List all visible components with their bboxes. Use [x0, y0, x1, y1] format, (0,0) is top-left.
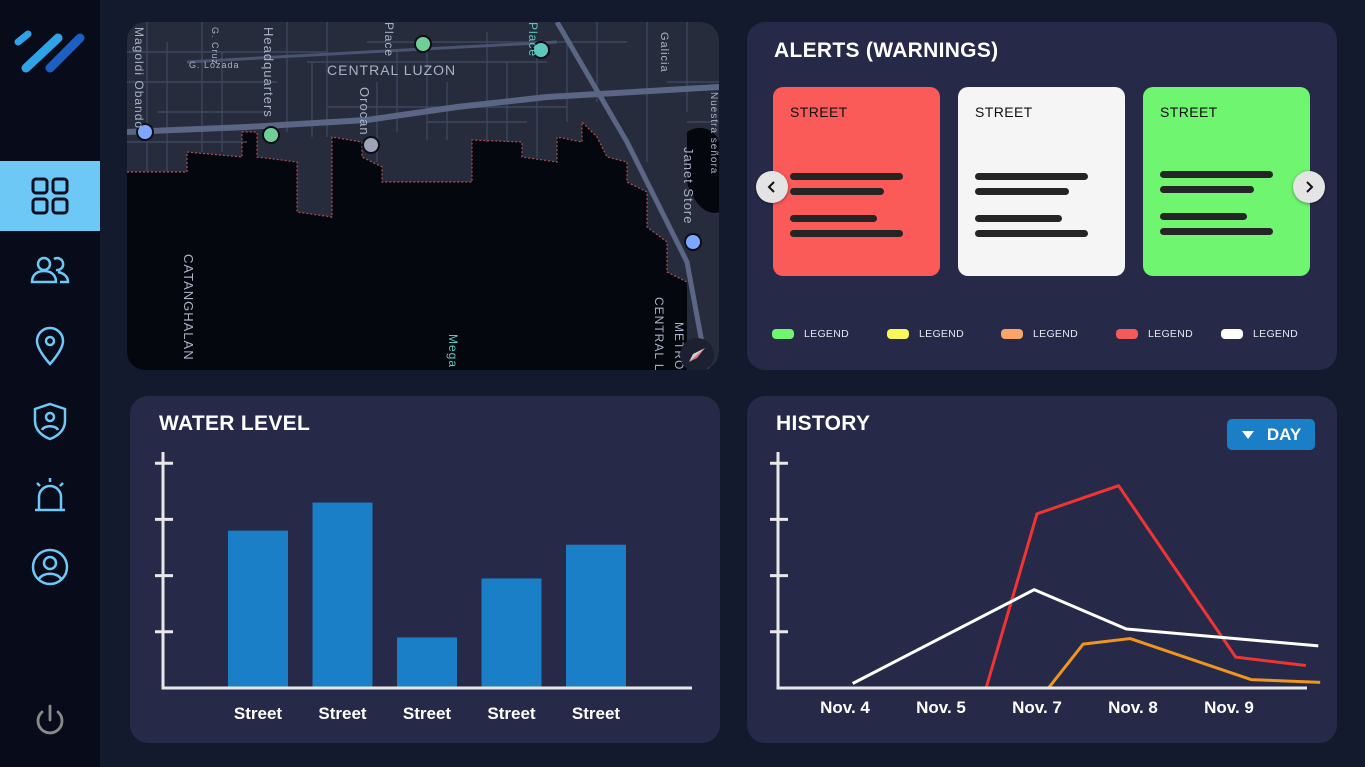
x-tick-label: Nov. 7: [1012, 698, 1062, 717]
legend-label: LEGEND: [1253, 328, 1298, 340]
shield-user-icon: [33, 402, 67, 441]
legend-swatch: [772, 329, 794, 339]
card-text-line: [975, 215, 1062, 222]
history-chart: Nov. 4 Nov. 5 Nov. 7 Nov. 8 Nov. 9: [770, 452, 1321, 717]
x-tick-label: Nov. 8: [1108, 698, 1158, 717]
x-tick-label: Street: [487, 704, 536, 723]
svg-text:Mega: Mega: [446, 334, 460, 368]
card-text-line: [790, 188, 884, 195]
nav-profile[interactable]: [0, 532, 100, 602]
map-panel[interactable]: CENTRAL LUZON Headquarters Orocan Janet …: [127, 22, 719, 370]
chevron-right-icon: [1306, 181, 1314, 193]
card-text-line: [1160, 213, 1247, 220]
user-circle-icon: [31, 548, 69, 586]
legend-item: LEGEND: [772, 328, 849, 340]
app-logo-icon[interactable]: [14, 30, 86, 74]
x-tick-label: Nov. 4: [820, 698, 870, 717]
bar: [481, 578, 542, 688]
series-line: [851, 588, 1319, 685]
alarm-siren-icon: [35, 478, 65, 512]
svg-text:Place: Place: [526, 22, 540, 57]
legend-label: LEGEND: [1033, 328, 1078, 340]
svg-text:Magoldi Obando: Magoldi Obando: [132, 27, 146, 129]
alert-card-label: STREET: [975, 104, 1033, 120]
card-text-line: [1160, 228, 1273, 235]
card-text-line: [1160, 186, 1254, 193]
alert-card[interactable]: STREET: [1143, 87, 1310, 276]
users-icon: [30, 256, 70, 284]
svg-text:Nuestra señora: Nuestra señora: [708, 92, 719, 174]
svg-text:G. Cruz: G. Cruz: [210, 27, 220, 65]
x-tick-label: Street: [572, 704, 621, 723]
legend-label: LEGEND: [804, 328, 849, 340]
bar: [228, 530, 288, 688]
svg-text:Janet Store: Janet Store: [681, 147, 696, 225]
card-text-line: [790, 173, 903, 180]
power-icon: [36, 704, 64, 735]
location-pin-icon: [35, 326, 65, 366]
legend-item: LEGEND: [887, 328, 964, 340]
nav-logout[interactable]: [0, 686, 100, 756]
bar: [312, 502, 373, 688]
svg-text:Galicia: Galicia: [658, 32, 670, 73]
svg-text:CATANGHALAN: CATANGHALAN: [181, 254, 196, 361]
card-text-line: [975, 173, 1088, 180]
legend-swatch: [1221, 329, 1243, 339]
card-text-line: [975, 230, 1088, 237]
carousel-next-button[interactable]: [1293, 171, 1325, 203]
bar: [566, 544, 626, 688]
svg-text:Place: Place: [382, 22, 396, 57]
sidebar: [0, 0, 100, 767]
carousel-prev-button[interactable]: [756, 171, 788, 203]
water-level-chart: Street Street Street Street Street: [155, 452, 692, 723]
svg-text:Headquarters: Headquarters: [261, 27, 276, 118]
alert-card-label: STREET: [1160, 104, 1218, 120]
legend-swatch: [887, 329, 909, 339]
x-tick-label: Street: [318, 704, 367, 723]
nav-users[interactable]: [0, 235, 100, 305]
legend-label: LEGEND: [1148, 328, 1193, 340]
series-line: [984, 484, 1306, 689]
alerts-title: ALERTS (WARNINGS): [774, 39, 999, 62]
x-tick-label: Street: [403, 704, 452, 723]
nav-dashboard[interactable]: [0, 161, 100, 231]
svg-text:CENTRAL LUZON: CENTRAL LUZON: [652, 297, 666, 370]
svg-text:CENTRAL LUZON: CENTRAL LUZON: [327, 62, 456, 78]
nav-security[interactable]: [0, 386, 100, 456]
alert-card-label: STREET: [790, 104, 848, 120]
chevron-left-icon: [767, 181, 775, 193]
card-text-line: [790, 230, 903, 237]
water-level-panel: WATER LEVEL Street Street Street Street Stre…: [130, 396, 720, 743]
map-canvas[interactable]: CENTRAL LUZON Headquarters Orocan Janet …: [127, 22, 719, 370]
legend-item: LEGEND: [1001, 328, 1078, 340]
x-tick-label: Nov. 5: [916, 698, 966, 717]
alerts-panel: ALERTS (WARNINGS) STREET STREET STREET L…: [747, 22, 1337, 370]
nav-alarms[interactable]: [0, 460, 100, 530]
legend-item: LEGEND: [1116, 328, 1193, 340]
svg-text:Orocan: Orocan: [357, 87, 372, 136]
bar: [397, 637, 457, 688]
legend-swatch: [1116, 329, 1138, 339]
card-text-line: [790, 215, 877, 222]
alert-card[interactable]: STREET: [958, 87, 1125, 276]
nav-locations[interactable]: [0, 311, 100, 381]
alert-card[interactable]: STREET: [773, 87, 940, 276]
dashboard-grid-icon: [31, 177, 69, 215]
x-tick-label: Nov. 9: [1204, 698, 1254, 717]
x-tick-label: Street: [234, 704, 283, 723]
legend-swatch: [1001, 329, 1023, 339]
legend-item: LEGEND: [1221, 328, 1298, 340]
history-panel: HISTORY DAY Nov. 4 Nov. 5 Nov. 7 Nov. 8 Nov.…: [747, 396, 1337, 743]
legend-label: LEGEND: [919, 328, 964, 340]
card-text-line: [1160, 171, 1273, 178]
card-text-line: [975, 188, 1069, 195]
